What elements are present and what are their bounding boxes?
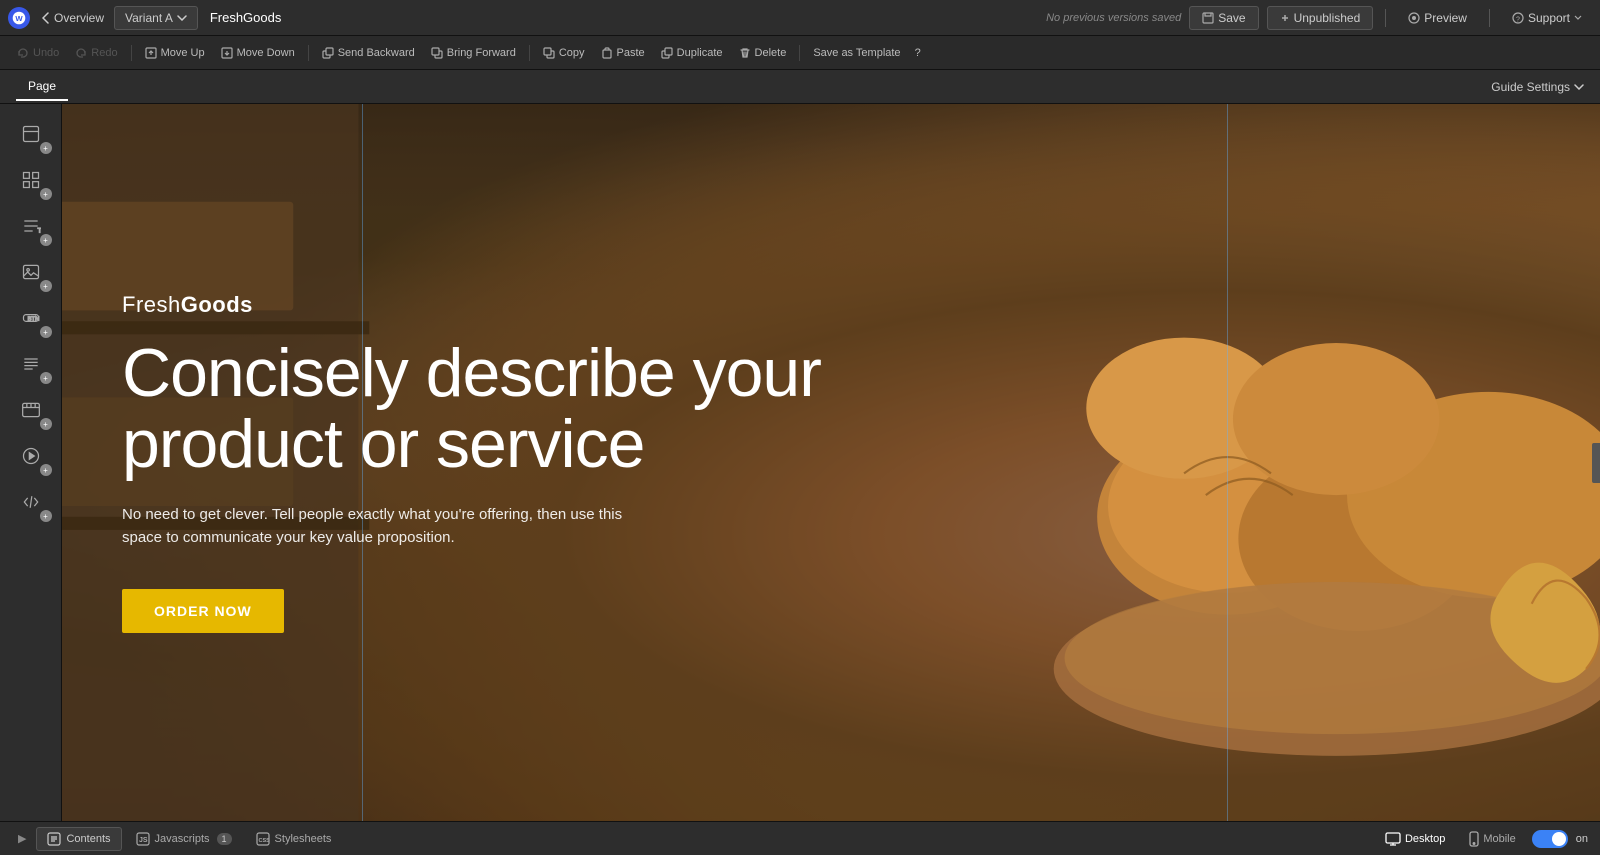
sep3 <box>529 45 530 61</box>
text-tool[interactable]: T + <box>8 204 54 248</box>
move-up-button[interactable]: Move Up <box>138 44 212 62</box>
brand-logo: FreshGoods <box>122 292 1540 318</box>
preview-toggle[interactable] <box>1532 830 1568 848</box>
main-layout: + + T + + BTN + + + <box>0 104 1600 821</box>
save-button[interactable]: Save <box>1189 6 1258 30</box>
variant-button[interactable]: Variant A <box>114 6 198 30</box>
top-bar-right: No previous versions saved Save Unpublis… <box>1046 6 1592 30</box>
desktop-view-button[interactable]: Desktop <box>1377 828 1453 850</box>
bottom-right: Desktop Mobile on <box>1377 827 1588 851</box>
bottom-bar: ▶ Contents JS Javascripts 1 CSS Styleshe… <box>0 821 1600 855</box>
move-down-button[interactable]: Move Down <box>214 44 302 62</box>
toolbar: Undo Redo Move Up Move Down Send Backwar… <box>0 36 1600 70</box>
svg-text:JS: JS <box>139 837 148 844</box>
code-tool[interactable]: + <box>8 480 54 524</box>
delete-button[interactable]: Delete <box>732 44 794 62</box>
page-tab-bar: Page Guide Settings <box>0 70 1600 104</box>
page-title: FreshGoods <box>202 10 290 25</box>
mobile-view-button[interactable]: Mobile <box>1461 827 1523 851</box>
support-button[interactable]: ? Support <box>1502 7 1592 29</box>
send-backward-button[interactable]: Send Backward <box>315 44 422 62</box>
wp-logo: W <box>8 7 30 29</box>
top-bar: W Overview Variant A FreshGoods No previ… <box>0 0 1600 36</box>
copy-button[interactable]: Copy <box>536 44 592 62</box>
duplicate-button[interactable]: Duplicate <box>654 44 730 62</box>
cta-button[interactable]: ORDER NOW <box>122 589 284 633</box>
grid-tool[interactable]: + <box>8 158 54 202</box>
help-button[interactable]: ? <box>910 44 926 62</box>
image-tool[interactable]: + <box>8 250 54 294</box>
divider2 <box>1489 9 1490 27</box>
overview-button[interactable]: Overview <box>34 7 112 29</box>
sep1 <box>131 45 132 61</box>
svg-text:BTN: BTN <box>27 317 39 323</box>
nav-tool[interactable]: + <box>8 388 54 432</box>
video-tool[interactable]: + <box>8 434 54 478</box>
canvas-area: FreshGoods Concisely describe your produ… <box>62 104 1600 821</box>
svg-text:CSS: CSS <box>258 838 270 844</box>
left-sidebar: + + T + + BTN + + + <box>0 104 62 821</box>
javascripts-tab[interactable]: JS Javascripts 1 <box>126 828 242 850</box>
button-tool[interactable]: BTN + <box>8 296 54 340</box>
page-tab[interactable]: Page <box>16 73 68 101</box>
list-tool[interactable]: + <box>8 342 54 386</box>
stylesheets-tab[interactable]: CSS Stylesheets <box>246 828 342 850</box>
canvas-content: FreshGoods Concisely describe your produ… <box>62 104 1600 821</box>
top-nav: Overview Variant A <box>34 6 198 30</box>
svg-text:T: T <box>37 228 40 235</box>
resize-handle[interactable] <box>1592 443 1600 483</box>
hero-subtext: No need to get clever. Tell people exact… <box>122 504 642 549</box>
redo-button[interactable]: Redo <box>68 44 124 62</box>
js-count-badge: 1 <box>217 833 232 845</box>
canvas[interactable]: FreshGoods Concisely describe your produ… <box>62 104 1600 821</box>
unpublished-button[interactable]: Unpublished <box>1267 6 1374 30</box>
section-tool[interactable]: + <box>8 112 54 156</box>
paste-button[interactable]: Paste <box>594 44 652 62</box>
svg-text:?: ? <box>1516 16 1520 23</box>
guide-settings-button[interactable]: Guide Settings <box>1491 80 1584 94</box>
sep2 <box>308 45 309 61</box>
hero-headline: Concisely describe your product or servi… <box>122 338 822 481</box>
contents-tab[interactable]: Contents <box>36 827 121 851</box>
sep4 <box>799 45 800 61</box>
bring-forward-button[interactable]: Bring Forward <box>424 44 523 62</box>
undo-button[interactable]: Undo <box>10 44 66 62</box>
svg-text:W: W <box>15 13 23 22</box>
save-as-template-button[interactable]: Save as Template <box>806 44 907 62</box>
divider <box>1385 9 1386 27</box>
collapse-panel-button[interactable]: ▶ <box>12 829 32 848</box>
no-versions-text: No previous versions saved <box>1046 12 1181 24</box>
toggle-label: on <box>1576 833 1588 845</box>
preview-button[interactable]: Preview <box>1398 7 1477 29</box>
